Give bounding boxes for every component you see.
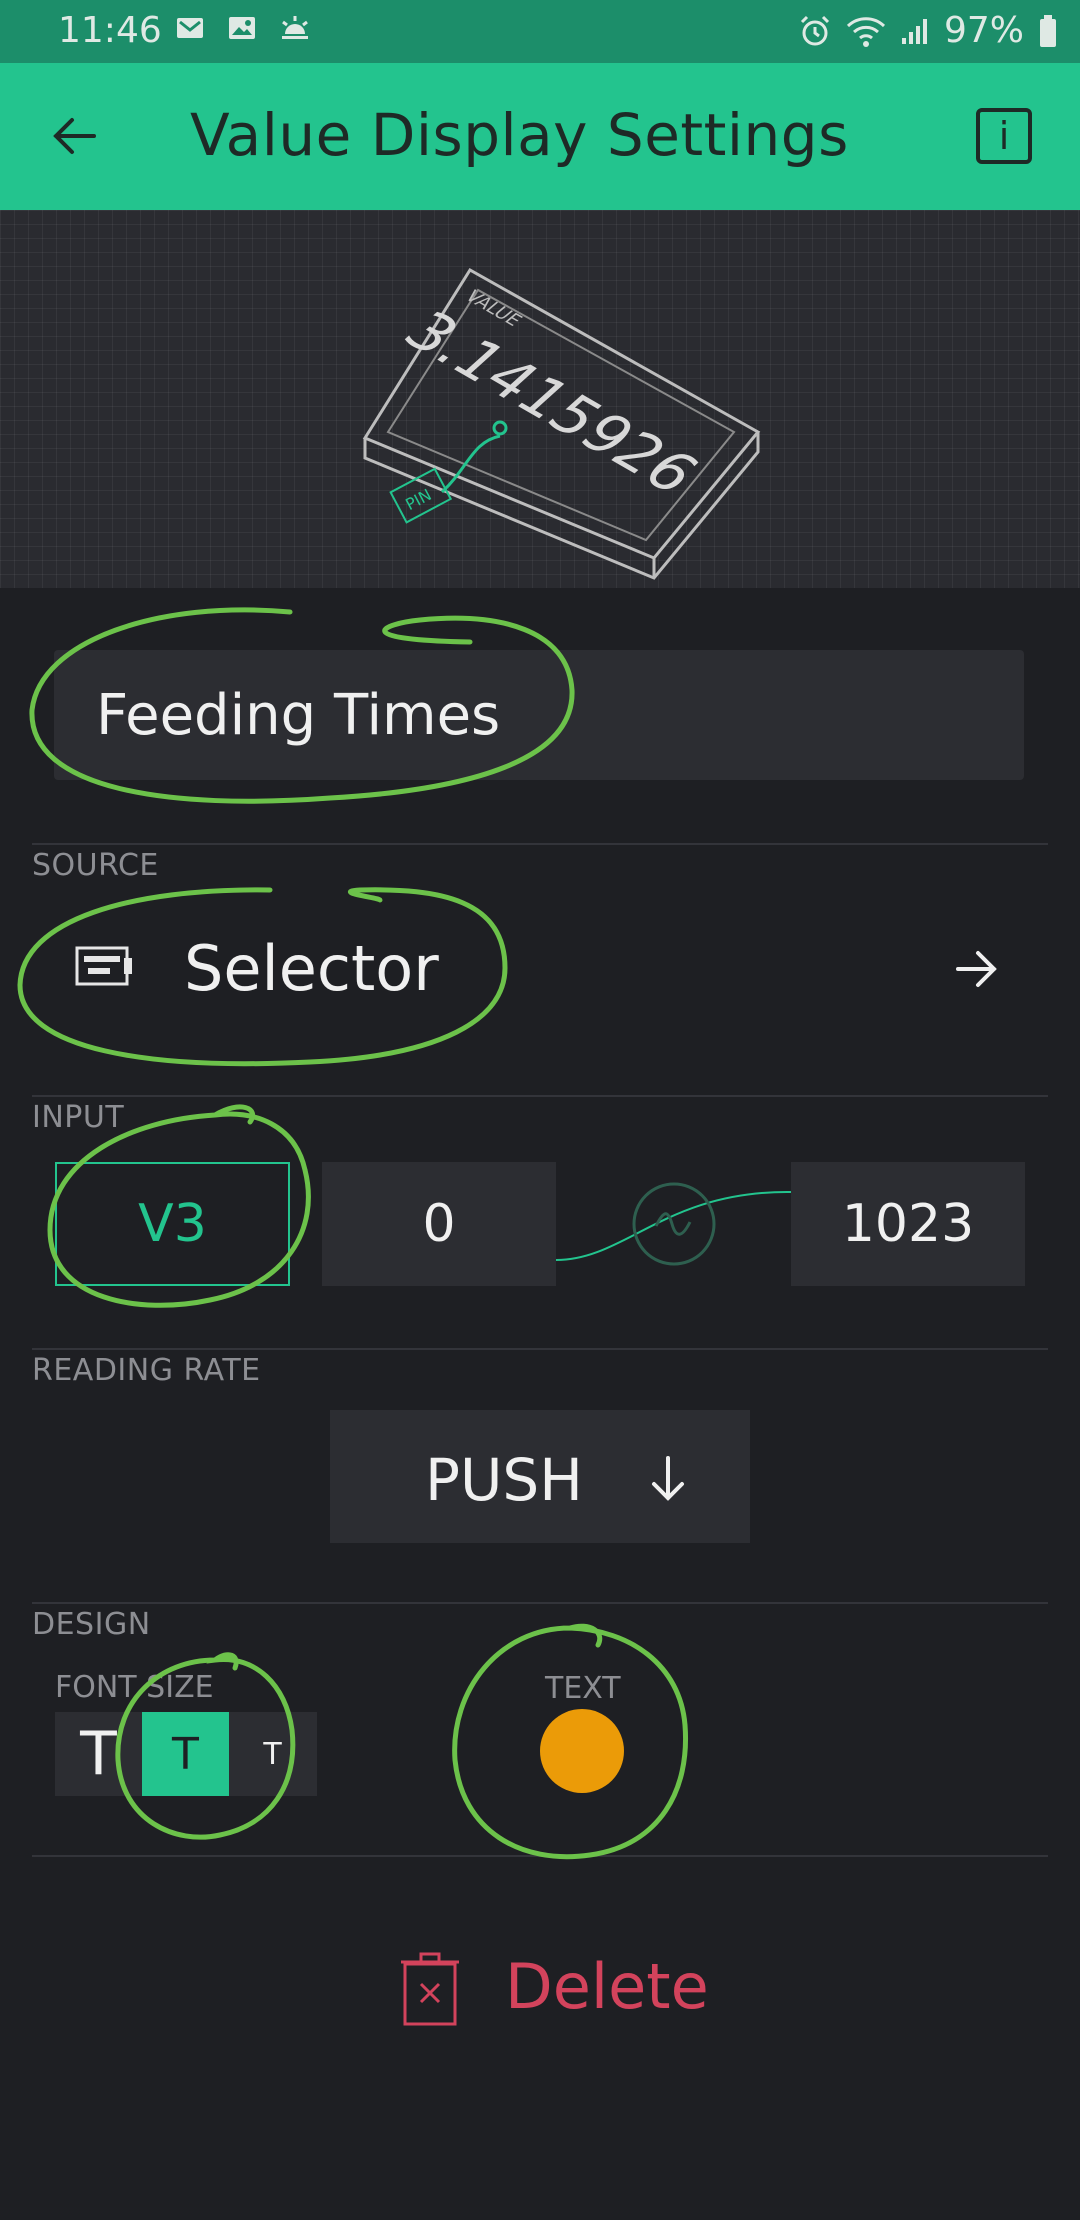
status-bar: 11:46 97% <box>0 0 1080 63</box>
signal-icon <box>901 18 927 44</box>
reading-rate-value: PUSH <box>425 1446 583 1514</box>
text-color-label: TEXT <box>545 1671 621 1706</box>
widget-preview: VALUE 3.1415926 PIN <box>0 210 1080 588</box>
battery-icon <box>1040 14 1056 47</box>
source-section-label: SOURCE <box>32 848 159 883</box>
divider <box>32 1602 1048 1604</box>
mapping-curve-icon <box>556 1182 792 1266</box>
font-size-selector: T T T <box>55 1712 317 1796</box>
input-max-field[interactable]: 1023 <box>791 1162 1025 1286</box>
arrow-down-icon <box>652 1456 684 1501</box>
pin-select-button[interactable]: V3 <box>55 1162 290 1286</box>
weather-icon <box>282 16 308 39</box>
arrow-right-icon <box>956 951 997 987</box>
pin-value: V3 <box>138 1194 207 1254</box>
input-max-value: 1023 <box>841 1194 975 1254</box>
delete-label: Delete <box>505 1950 709 2023</box>
design-section-label: DESIGN <box>32 1607 151 1642</box>
input-min-value: 0 <box>422 1194 456 1254</box>
info-button[interactable]: i <box>976 108 1032 164</box>
divider <box>32 1855 1048 1857</box>
back-arrow-icon[interactable] <box>40 101 110 171</box>
font-size-medium-option[interactable]: T <box>142 1712 229 1796</box>
reading-rate-dropdown[interactable]: PUSH <box>330 1410 750 1543</box>
image-icon <box>229 17 255 39</box>
alarm-icon <box>800 15 830 45</box>
source-value: Selector <box>184 932 439 1005</box>
reading-rate-section-label: READING RATE <box>32 1353 261 1388</box>
gmail-icon <box>177 18 203 38</box>
clock: 11:46 <box>58 10 162 51</box>
battery-percent: 97% <box>943 10 1024 51</box>
delete-button[interactable]: Delete <box>395 1948 715 2028</box>
value-display-illustration: VALUE 3.1415926 PIN <box>362 267 761 580</box>
input-min-field[interactable]: 0 <box>322 1162 556 1286</box>
page-title: Value Display Settings <box>190 101 849 169</box>
info-icon: i <box>998 114 1010 158</box>
widget-name-input[interactable]: Feeding Times <box>54 650 1024 780</box>
font-size-small-option[interactable]: T <box>229 1712 316 1796</box>
font-size-label: FONT SIZE <box>55 1670 214 1705</box>
source-selector[interactable]: Selector <box>32 880 1048 1060</box>
text-color-swatch[interactable] <box>540 1709 624 1793</box>
trash-icon <box>401 1952 459 2026</box>
divider <box>32 843 1048 845</box>
wifi-icon <box>846 16 886 47</box>
input-section-label: INPUT <box>32 1100 125 1135</box>
device-icon <box>75 946 132 986</box>
app-bar: Value Display Settings i <box>0 63 1080 210</box>
widget-name-value: Feeding Times <box>96 682 501 748</box>
font-size-large-option[interactable]: T <box>55 1712 142 1796</box>
divider <box>32 1348 1048 1350</box>
divider <box>32 1095 1048 1097</box>
